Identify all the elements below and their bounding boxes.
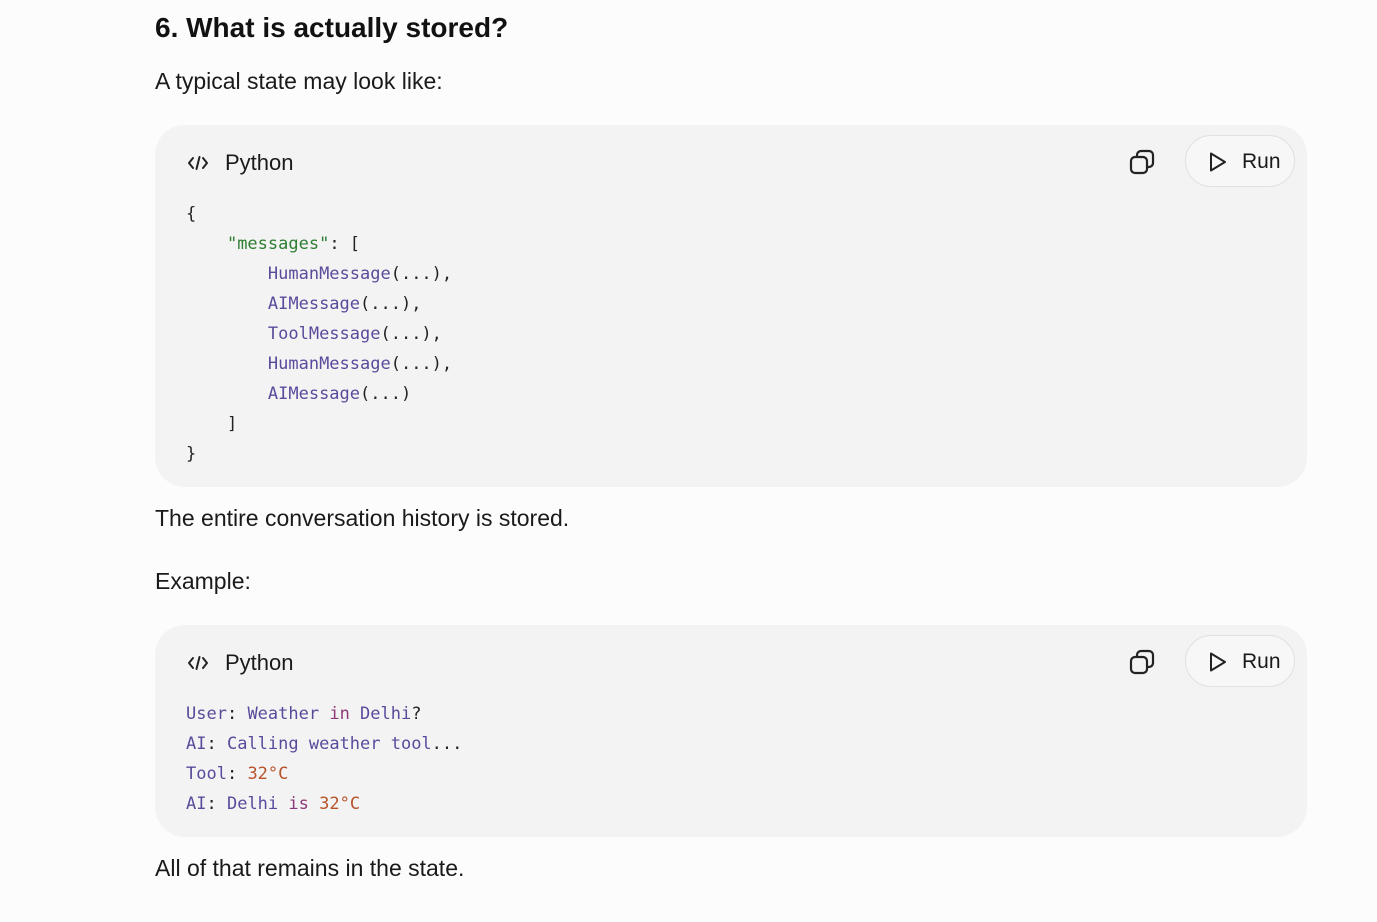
code-line: ToolMessage(...), [186, 324, 442, 344]
code-token: AIMessage [267, 384, 361, 404]
intro-paragraph: A typical state may look like: [155, 68, 443, 94]
run-button-label: Run [1242, 650, 1281, 673]
code-token: (...), [390, 264, 453, 284]
code-token: HumanMessage [267, 354, 391, 374]
code-token: : [ [329, 234, 361, 254]
code-brackets-icon [187, 153, 209, 173]
code-content: User: Weather in Delhi? AI: Calling weat… [186, 699, 462, 819]
after-code-paragraph: The entire conversation history is store… [155, 505, 570, 531]
code-token: : [206, 734, 227, 754]
code-token: (...), [360, 294, 422, 314]
code-line: User: Weather in Delhi? [186, 704, 421, 724]
code-token: (...), [380, 324, 442, 344]
code-token: 32°C [247, 764, 289, 784]
code-line: ] [186, 414, 237, 434]
copy-icon [1125, 649, 1161, 685]
code-line: AI: Calling weather tool... [186, 734, 462, 754]
code-token: Delhi [349, 704, 412, 724]
run-button-label: Run [1242, 150, 1281, 173]
example-label: Example: [155, 568, 251, 594]
code-line: Tool: 32°C [186, 764, 288, 784]
code-token: in [329, 704, 350, 724]
code-token: ToolMessage [267, 324, 381, 344]
code-token: Calling weather tool [226, 734, 432, 754]
code-block-header: Python Run [155, 625, 1307, 703]
code-block: Python Run { "messages": [ HumanMessage(… [155, 125, 1307, 487]
code-token: ] [186, 414, 238, 434]
closing-paragraph: All of that remains in the state. [155, 855, 465, 881]
play-icon [1210, 652, 1226, 672]
code-token: ... [431, 734, 463, 754]
code-token: AI [186, 734, 207, 754]
code-token: AI [186, 794, 207, 814]
code-token: User [186, 704, 227, 724]
code-token: Delhi [226, 794, 289, 814]
code-token: AIMessage [267, 294, 361, 314]
code-line: AI: Delhi is 32°C [186, 794, 360, 814]
code-token: Weather [247, 704, 330, 724]
code-content: { "messages": [ HumanMessage(...), AIMes… [186, 199, 452, 469]
code-token: ? [411, 704, 422, 724]
code-line: "messages": [ [186, 234, 360, 254]
section-heading: 6. What is actually stored? [155, 12, 509, 43]
copy-icon [1125, 149, 1161, 185]
run-code-button[interactable]: Run [1185, 635, 1295, 687]
code-line: HumanMessage(...), [186, 354, 452, 374]
code-token: HumanMessage [267, 264, 391, 284]
code-line: AIMessage(...) [186, 384, 411, 404]
code-token: (...), [390, 354, 453, 374]
copy-code-button[interactable] [1125, 645, 1161, 681]
code-block: Python Run User: Weather in Delhi? AI: C… [155, 625, 1307, 837]
code-language-label: Python [225, 150, 294, 175]
code-token: (...) [360, 384, 412, 404]
code-line: } [186, 444, 196, 464]
code-token: } [186, 444, 197, 464]
code-line: { [186, 204, 196, 224]
code-token: : [226, 764, 248, 784]
code-token: : [206, 794, 227, 814]
run-code-button[interactable]: Run [1185, 135, 1295, 187]
code-token: is [288, 794, 309, 814]
code-line: HumanMessage(...), [186, 264, 452, 284]
play-icon [1210, 152, 1226, 172]
code-token: "messages" [226, 234, 330, 254]
code-line: AIMessage(...), [186, 294, 422, 314]
code-brackets-icon [187, 653, 209, 673]
code-token: 32°C [319, 794, 361, 814]
copy-code-button[interactable] [1125, 145, 1161, 181]
code-block-header: Python Run [155, 125, 1307, 203]
code-token: Tool [186, 764, 227, 784]
code-token: { [186, 204, 197, 224]
code-token: : [226, 704, 248, 724]
code-language-label: Python [225, 650, 294, 675]
